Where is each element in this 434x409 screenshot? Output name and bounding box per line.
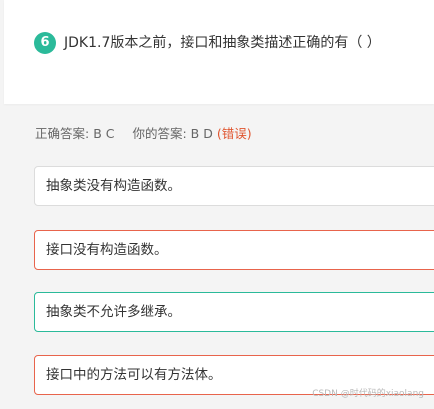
option-a-text: 抽象类没有构造函数。	[46, 178, 181, 194]
question-text: JDK1.7版本之前，接口和抽象类描述正确的有（ ）	[64, 35, 381, 51]
option-c-text: 抽象类不允许多继承。	[46, 304, 181, 320]
option-b-text: 接口没有构造函数。	[46, 242, 168, 258]
answer-summary: 正确答案: B C 你的答案: B D (错误)	[35, 125, 252, 143]
question-number-badge: 6	[34, 32, 56, 54]
correct-answer-value: B C	[93, 126, 115, 141]
option-c[interactable]: 抽象类不允许多继承。	[34, 292, 434, 332]
question-card: 6 JDK1.7版本之前，接口和抽象类描述正确的有（ ）	[4, 0, 434, 104]
your-answer-value: B D	[190, 126, 213, 141]
option-d-text: 接口中的方法可以有方法体。	[46, 367, 222, 383]
option-b[interactable]: 接口没有构造函数。	[34, 230, 434, 270]
answer-status: (错误)	[216, 126, 252, 141]
your-answer-label: 你的答案:	[132, 126, 187, 141]
watermark: CSDN @时代码的xiaolang	[312, 389, 424, 399]
correct-answer-label: 正确答案:	[35, 126, 90, 141]
option-a[interactable]: 抽象类没有构造函数。	[34, 166, 434, 206]
